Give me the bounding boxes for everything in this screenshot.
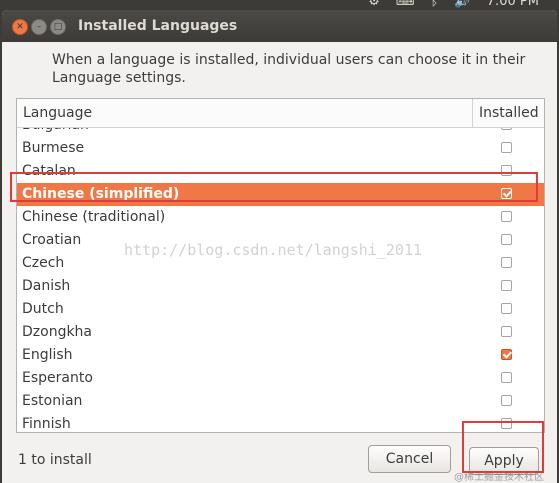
table-row[interactable]: Dutch — [17, 298, 544, 321]
language-label: Dzongkha — [22, 324, 93, 340]
apply-button[interactable]: Apply — [469, 447, 539, 475]
language-label: English — [22, 347, 73, 363]
maximize-icon[interactable]: □ — [50, 19, 66, 35]
language-label: Czech — [22, 255, 65, 271]
language-label: Finnish — [22, 416, 71, 432]
table-row[interactable]: Catalan — [17, 160, 544, 183]
volume-icon[interactable]: 🔊 — [454, 0, 470, 9]
language-label: Croatian — [22, 232, 82, 248]
intro-text: When a language is installed, individual… — [52, 52, 526, 86]
installed-checkbox[interactable] — [501, 128, 512, 130]
language-label: Chinese (simplified) — [22, 186, 180, 202]
bluetooth-icon[interactable]: ᛒ — [431, 0, 439, 9]
table-row[interactable]: Esperanto — [17, 367, 544, 390]
system-tray: ⚙ ⌨ ᛒ 🔊 7:00 PM — [368, 0, 539, 9]
installed-checkbox[interactable] — [501, 326, 512, 337]
keyboard-icon[interactable]: ⌨ — [396, 0, 415, 9]
language-label: Burmese — [22, 140, 85, 156]
list-rows-inner: Bulgarian Burmese Catalan Chinese (simplifi… — [17, 128, 544, 432]
column-header-installed[interactable]: Installed — [472, 99, 539, 127]
installed-checkbox[interactable] — [501, 349, 512, 360]
language-label: Catalan — [22, 163, 76, 179]
table-row[interactable]: Bulgarian — [17, 128, 544, 137]
installed-checkbox[interactable] — [501, 257, 512, 268]
clock[interactable]: 7:00 PM — [487, 0, 539, 9]
table-row[interactable]: Croatian — [17, 229, 544, 252]
table-row[interactable]: Czech — [17, 252, 544, 275]
table-row[interactable]: Chinese (traditional) — [17, 206, 544, 229]
language-label: Danish — [22, 278, 71, 294]
table-row[interactable]: Chinese (simplified) — [17, 183, 544, 206]
close-icon[interactable]: ✕ — [12, 19, 28, 35]
table-row[interactable]: Finnish — [17, 413, 544, 432]
installed-checkbox[interactable] — [501, 372, 512, 383]
minimize-icon[interactable]: – — [31, 19, 47, 35]
installed-checkbox[interactable] — [501, 234, 512, 245]
language-list[interactable]: Language Installed Bulgarian Burmese Catal… — [16, 98, 545, 433]
installed-languages-dialog: ✕ – □ Installed Languages When a languag… — [2, 10, 557, 483]
cancel-button[interactable]: Cancel — [368, 445, 451, 473]
window-title: Installed Languages — [78, 18, 238, 34]
table-row[interactable]: English — [17, 344, 544, 367]
language-label: Esperanto — [22, 370, 93, 386]
language-label: Estonian — [22, 393, 83, 409]
installed-checkbox[interactable] — [501, 280, 512, 291]
language-label: Chinese (traditional) — [22, 209, 166, 225]
top-panel: ⚙ ⌨ ᛒ 🔊 7:00 PM — [0, 0, 559, 10]
installed-checkbox[interactable] — [501, 418, 512, 429]
table-row[interactable]: Burmese — [17, 137, 544, 160]
settings-icon[interactable]: ⚙ — [368, 0, 380, 9]
list-header: Language Installed — [17, 99, 544, 128]
installed-checkbox[interactable] — [501, 188, 512, 199]
list-rows: Bulgarian Burmese Catalan Chinese (simplifi… — [17, 128, 544, 432]
status-text: 1 to install — [18, 452, 92, 468]
installed-checkbox[interactable] — [501, 142, 512, 153]
language-label: Dutch — [22, 301, 64, 317]
installed-checkbox[interactable] — [501, 211, 512, 222]
table-row[interactable]: Dzongkha — [17, 321, 544, 344]
table-row[interactable]: Danish — [17, 275, 544, 298]
language-label: Bulgarian — [22, 128, 89, 133]
installed-checkbox[interactable] — [501, 165, 512, 176]
table-row[interactable]: Estonian — [17, 390, 544, 413]
installed-checkbox[interactable] — [501, 395, 512, 406]
installed-checkbox[interactable] — [501, 303, 512, 314]
title-bar[interactable]: ✕ – □ Installed Languages — [2, 10, 557, 42]
column-header-language[interactable]: Language — [23, 105, 92, 121]
